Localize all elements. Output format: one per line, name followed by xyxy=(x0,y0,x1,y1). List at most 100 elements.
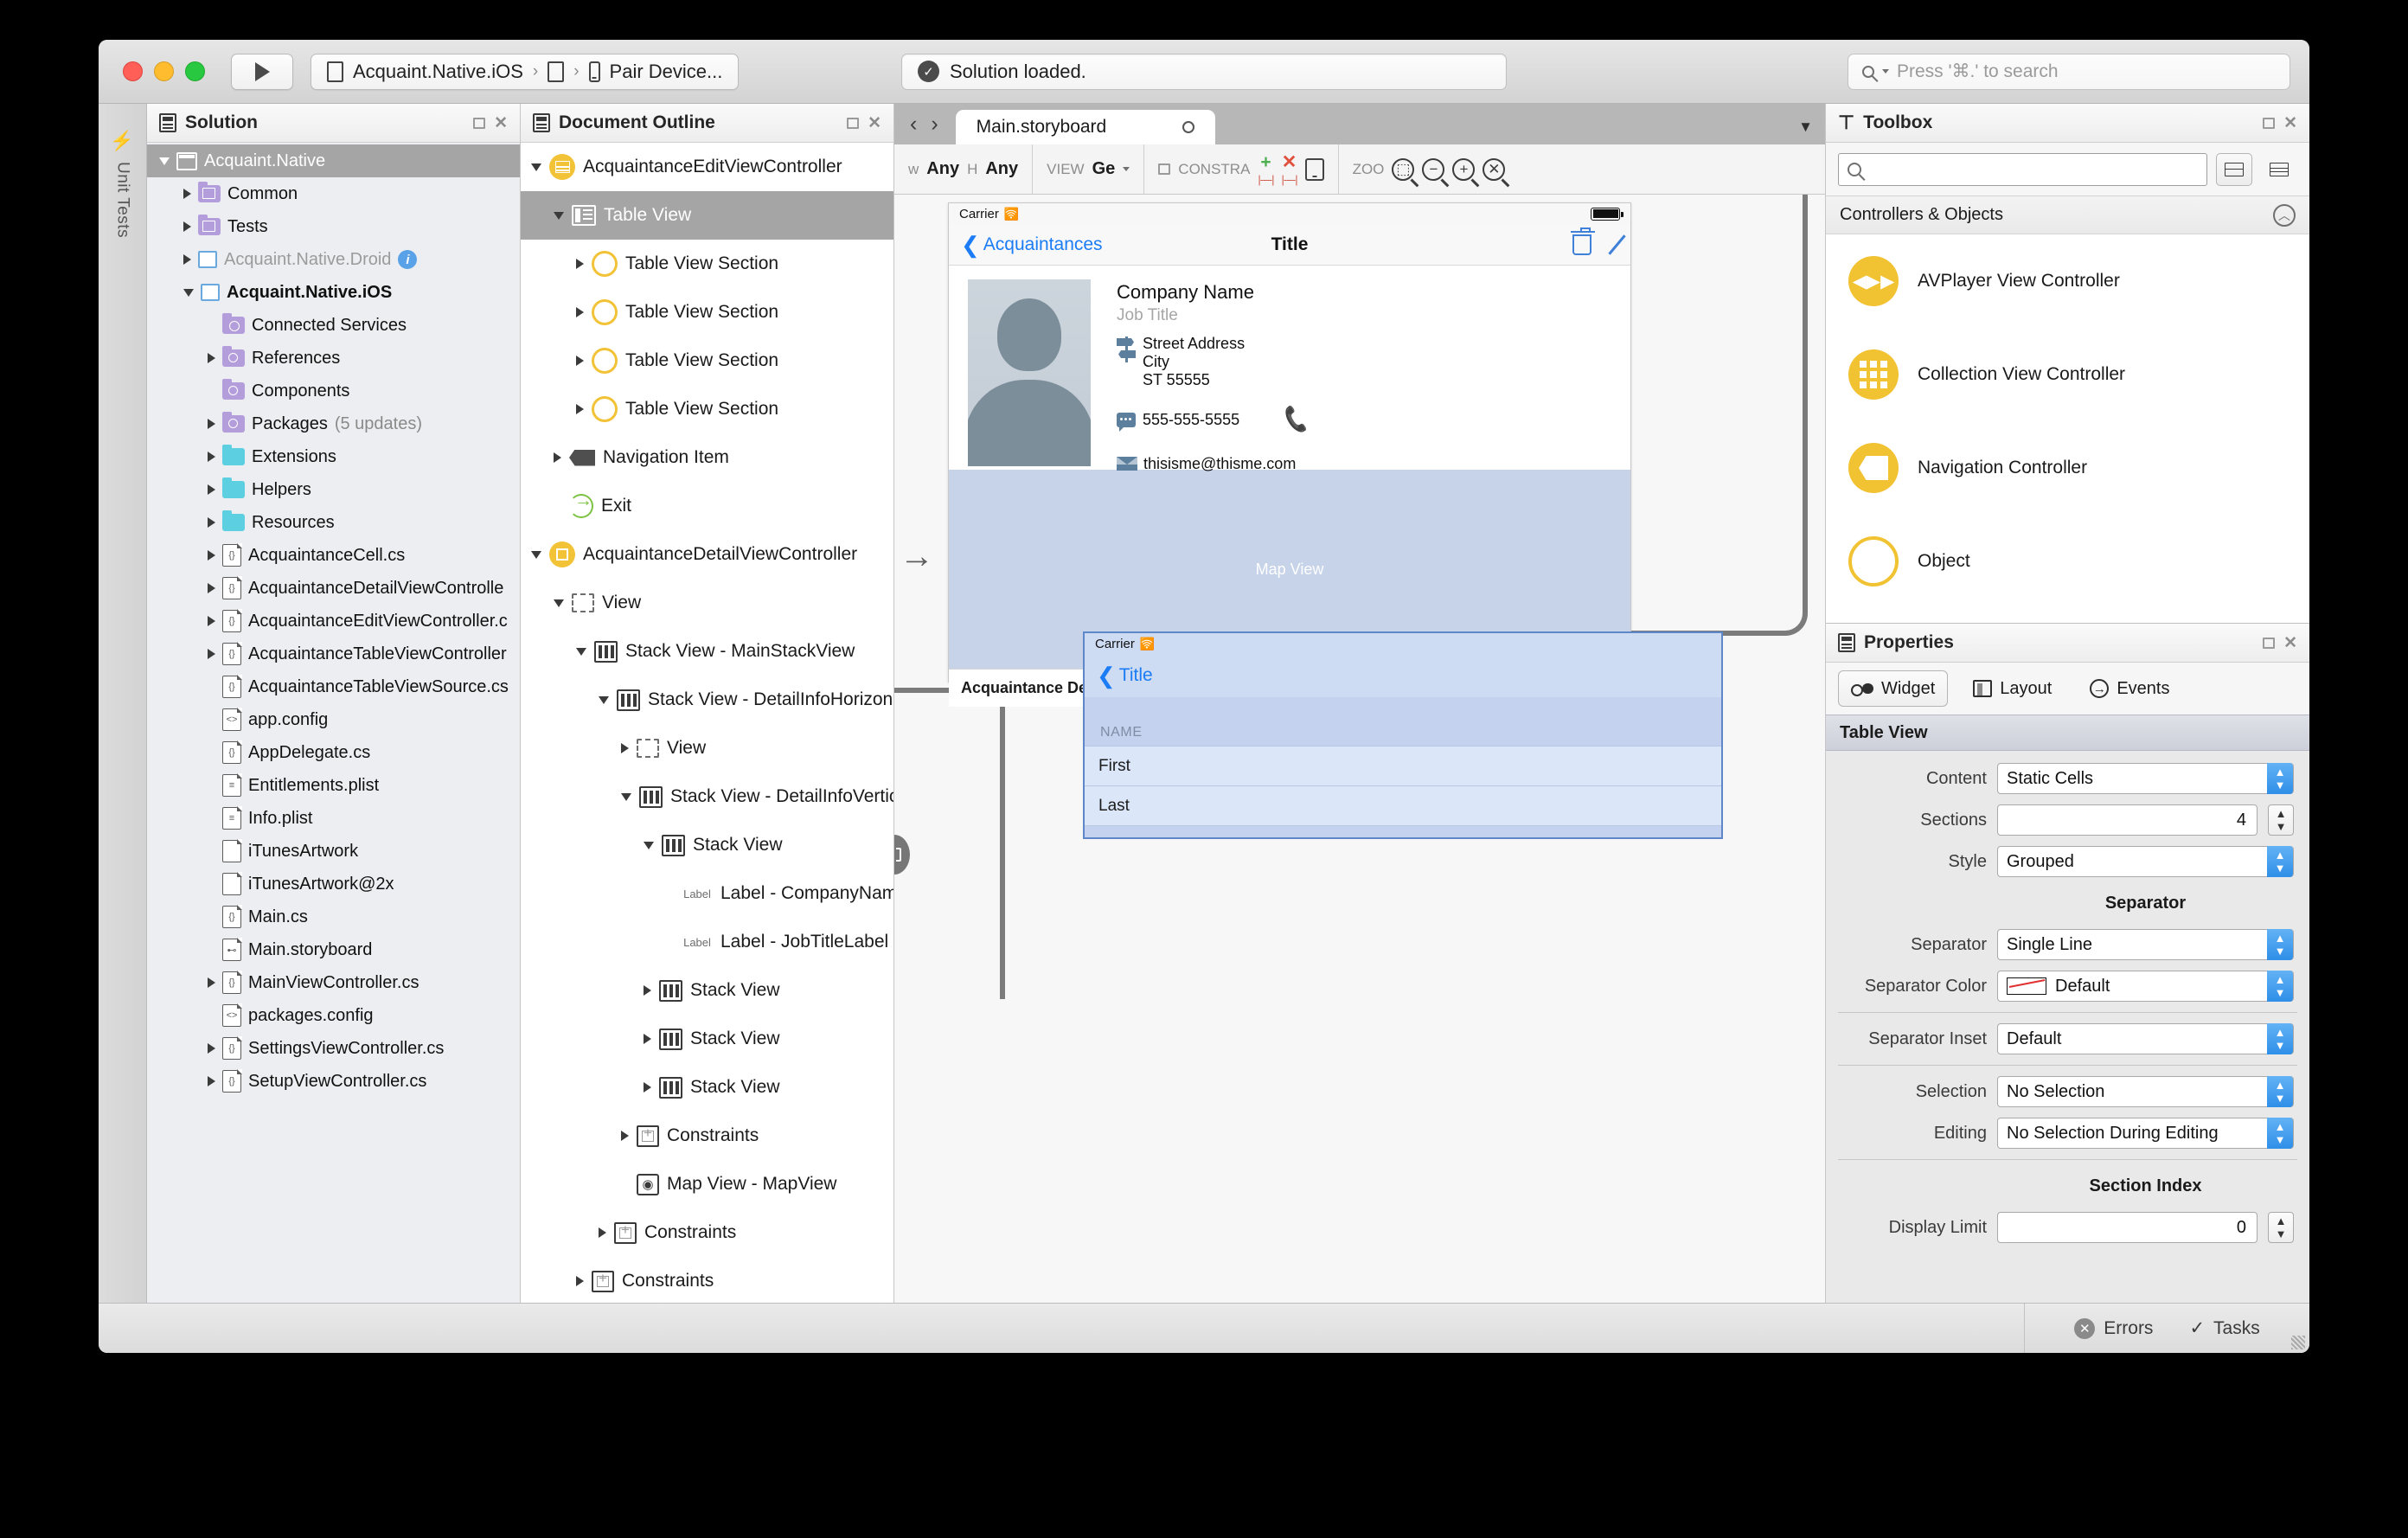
chevron-right-icon[interactable] xyxy=(208,1043,215,1054)
solution-tree-item[interactable]: {} SettingsViewController.cs xyxy=(147,1032,520,1065)
solution-tree-item[interactable]: Acquaint.Native.Droid i xyxy=(147,243,520,276)
zoom-out-icon[interactable]: − xyxy=(1422,157,1445,181)
pin-icon[interactable] xyxy=(473,117,486,129)
stepper-buttons[interactable]: ▲ ▼ xyxy=(2268,804,2294,836)
solution-tree-item[interactable]: Components xyxy=(147,375,520,407)
tab-layout[interactable]: Layout xyxy=(1960,670,2065,707)
outline-tree-item[interactable]: Table View xyxy=(521,191,893,240)
chevron-right-icon[interactable] xyxy=(208,484,215,495)
close-icon[interactable]: ✕ xyxy=(2283,633,2297,653)
chevron-right-icon[interactable] xyxy=(644,1082,651,1093)
chevron-down-icon[interactable] xyxy=(621,792,631,801)
chevron-right-icon[interactable] xyxy=(208,616,215,626)
chevron-right-icon[interactable] xyxy=(576,307,584,317)
storyboard-canvas[interactable]: → Carrier 🛜 ❮ Acquaintances Title Compan… xyxy=(894,195,1825,1303)
chevron-up-icon[interactable]: ︿ xyxy=(2273,203,2296,227)
zoom-fit-icon[interactable]: ⬚ xyxy=(1392,157,1415,181)
chevron-down-icon[interactable] xyxy=(599,695,609,704)
maximize-button[interactable] xyxy=(185,61,205,81)
chevron-updown-icon[interactable]: ▲ ▼ xyxy=(2267,971,2293,1002)
properties-tabs[interactable]: Widget Layout → Events xyxy=(1826,663,2309,715)
view-as-segment[interactable]: VIEW Ge xyxy=(1032,144,1143,194)
zoom-reset-icon[interactable]: ✕ xyxy=(1483,157,1506,181)
solution-tree-item[interactable]: Common xyxy=(147,177,520,210)
table-cell-last[interactable]: Last xyxy=(1085,785,1721,825)
chevron-right-icon[interactable] xyxy=(644,1034,651,1044)
solution-tree-item[interactable]: {} MainViewController.cs xyxy=(147,966,520,999)
solution-tree-item[interactable]: Packages (5 updates) xyxy=(147,407,520,440)
outline-tree-item[interactable]: Stack View xyxy=(521,966,893,1015)
acquaintance-edit-view-controller-card[interactable]: Carrier 🛜 ❮ Title NAME First Last xyxy=(1083,631,1723,839)
pin-icon[interactable] xyxy=(847,117,860,129)
properties-select[interactable]: No Selection During Editing ▲ ▼ xyxy=(1997,1118,2294,1149)
solution-tree-item[interactable]: {} AcquaintanceCell.cs xyxy=(147,539,520,572)
zoom-segment[interactable]: ZOO ⬚ − + ✕ xyxy=(1337,144,1520,194)
outline-tree-item[interactable]: Constraints xyxy=(521,1112,893,1160)
outline-tree[interactable]: AcquaintanceEditViewController Table View… xyxy=(521,143,893,1303)
trash-icon[interactable] xyxy=(1571,227,1595,255)
solution-tree-item[interactable]: <> packages.config xyxy=(147,999,520,1032)
global-search-input[interactable]: Press '⌘.' to search xyxy=(1848,53,2290,90)
properties-number-input[interactable]: 0 xyxy=(1997,1212,2258,1243)
outline-tree-item[interactable]: AcquaintanceDetailViewController xyxy=(521,530,893,579)
close-button[interactable] xyxy=(123,61,143,81)
outline-tree-item[interactable]: Table View Section xyxy=(521,240,893,288)
solution-tree-item[interactable]: {} AcquaintanceDetailViewControlle xyxy=(147,572,520,605)
solution-tree-item[interactable]: {} AcquaintanceTableViewController xyxy=(147,638,520,670)
solution-tree-item[interactable]: iTunesArtwork xyxy=(147,835,520,868)
chevron-right-icon[interactable] xyxy=(208,550,215,561)
outline-tree-item[interactable]: Stack View - DetailInfoHorizon xyxy=(521,676,893,724)
solution-tree-item[interactable]: ≡ Info.plist xyxy=(147,802,520,835)
solution-tree-item[interactable]: Acquaint.Native xyxy=(147,144,520,177)
add-constraint-button[interactable]: + |----| xyxy=(1258,153,1274,186)
properties-select[interactable]: Single Line ▲ ▼ xyxy=(1997,929,2294,960)
close-icon[interactable]: ✕ xyxy=(494,113,508,133)
outline-tree-item[interactable]: Stack View - DetailInfoVertic xyxy=(521,772,893,821)
chevron-down-icon[interactable] xyxy=(576,647,586,656)
chevron-updown-icon[interactable]: ▲ ▼ xyxy=(2267,763,2293,794)
outline-tree-item[interactable]: Stack View - MainStackView xyxy=(521,627,893,676)
solution-tree-item[interactable]: Tests xyxy=(147,210,520,243)
solution-tree-item[interactable]: ⊷ Main.storyboard xyxy=(147,933,520,966)
properties-select[interactable]: Default ▲ ▼ xyxy=(1997,1023,2294,1054)
tab-events[interactable]: → Events xyxy=(2077,670,2182,707)
unit-tests-pad[interactable]: ⚡ Unit Tests xyxy=(99,104,147,1303)
toolbox-item[interactable]: ◀▶▶ AVPlayer View Controller xyxy=(1826,234,2309,328)
solution-tree-item[interactable]: Extensions xyxy=(147,440,520,473)
minimize-button[interactable] xyxy=(154,61,174,81)
outline-tree-item[interactable]: Stack View xyxy=(521,1063,893,1112)
mail-icon[interactable] xyxy=(1117,457,1137,471)
tab-main-storyboard[interactable]: Main.storyboard xyxy=(955,110,1216,144)
outline-tree-item[interactable]: Label Label - JobTitleLabel xyxy=(521,918,893,966)
solution-tree-item[interactable]: Connected Services xyxy=(147,309,520,342)
constraints-segment[interactable]: CONSTRA + |----| ✕ |----| xyxy=(1143,144,1337,194)
message-icon[interactable] xyxy=(1117,412,1136,432)
solution-tree-item[interactable]: {} Main.cs xyxy=(147,900,520,933)
unit-tests-tab[interactable]: ⚡ Unit Tests xyxy=(112,130,134,238)
pin-icon[interactable] xyxy=(2263,117,2276,129)
resize-grip[interactable] xyxy=(2291,1336,2305,1349)
outline-tree-item[interactable]: ◉ Map View - MapView xyxy=(521,1160,893,1208)
toolbox-section-header[interactable]: Controllers & Objects ︿ xyxy=(1826,196,2309,234)
outline-tree-item[interactable]: Table View Section xyxy=(521,385,893,433)
chevron-right-icon[interactable] xyxy=(554,452,561,463)
toolbox-search-input[interactable] xyxy=(1838,152,2207,186)
solution-tree-item[interactable]: iTunesArtwork@2x xyxy=(147,868,520,900)
chevron-down-icon[interactable] xyxy=(554,599,564,607)
chevron-right-icon[interactable] xyxy=(208,353,215,363)
breadcrumb-project[interactable]: Acquaint.Native.iOS xyxy=(353,61,523,83)
tab-widget[interactable]: Widget xyxy=(1838,670,1949,707)
chevron-right-icon[interactable] xyxy=(208,977,215,988)
forward-icon[interactable]: › xyxy=(931,112,938,137)
chevron-right-icon[interactable] xyxy=(208,1076,215,1086)
outline-tree-item[interactable]: Label Label - CompanyNameL xyxy=(521,869,893,918)
toolbox-list[interactable]: ◀▶▶ AVPlayer View Controller Collection Vi… xyxy=(1826,234,2309,623)
solution-tree-item[interactable]: {} SetupViewController.cs xyxy=(147,1065,520,1098)
outline-tree-item[interactable]: Stack View xyxy=(521,1015,893,1063)
chevron-right-icon[interactable] xyxy=(576,259,584,269)
outline-tree-item[interactable]: View xyxy=(521,724,893,772)
pin-icon[interactable] xyxy=(2263,637,2276,649)
chevron-updown-icon[interactable]: ▲ ▼ xyxy=(2267,929,2293,960)
solution-tree-item[interactable]: Resources xyxy=(147,506,520,539)
properties-color-select[interactable]: Default ▲ ▼ xyxy=(1997,971,2294,1002)
